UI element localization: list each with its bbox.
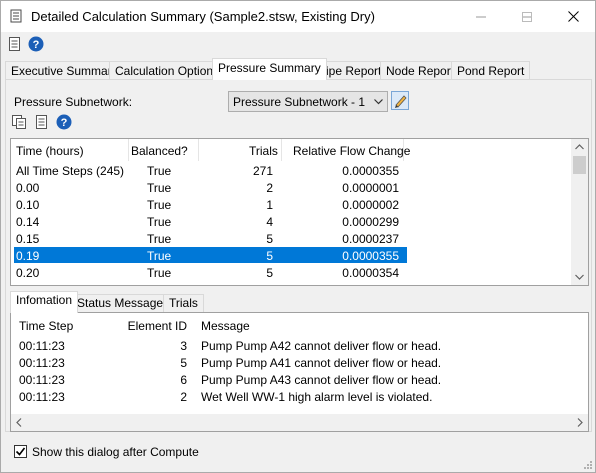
column-header-element-id[interactable]: Element ID [128, 319, 187, 333]
subnetwork-dropdown[interactable]: Pressure Subnetwork - 1 [228, 91, 388, 112]
subnetwork-label: Pressure Subnetwork: [14, 95, 133, 109]
subnetwork-value: Pressure Subnetwork - 1 [233, 95, 366, 109]
scrollbar-thumb[interactable] [573, 156, 586, 174]
tab-label: Trials [169, 296, 198, 310]
results-grid[interactable]: Time (hours) Balanced? Trials Relative F… [10, 138, 589, 286]
chevron-left-icon[interactable] [16, 418, 22, 427]
cell-element-id: 6 [180, 373, 187, 387]
cell-trials: 5 [266, 266, 273, 280]
tab-executive-summary[interactable]: Executive Summary [5, 61, 124, 80]
cell-message: Pump Pump A41 cannot deliver flow or hea… [201, 356, 442, 370]
cell-time: 0.14 [16, 215, 40, 229]
cell-element-id: 3 [180, 339, 187, 353]
column-header-time[interactable]: Time (hours) [16, 144, 84, 158]
tab-label: Node Report [386, 64, 455, 78]
tab-label: Pond Report [457, 64, 525, 78]
tab-node-report[interactable]: Node Report [380, 61, 461, 80]
svg-text:?: ? [33, 39, 40, 51]
cell-element-id: 2 [180, 390, 187, 404]
minimize-button-alt[interactable] [458, 1, 504, 32]
chevron-down-icon [374, 99, 383, 105]
cell-trials: 1 [266, 198, 273, 212]
cell-flow-change: 0.0000002 [342, 198, 399, 212]
maximize-icon [522, 11, 532, 22]
show-dialog-label[interactable]: Show this dialog after Compute [32, 445, 199, 459]
close-icon [567, 11, 579, 22]
close-button[interactable] [550, 1, 596, 32]
cell-time: All Time Steps (245) [16, 164, 125, 178]
copy-icon[interactable] [11, 114, 27, 130]
app-icon [10, 9, 22, 23]
cell-flow-change: 0.0000355 [342, 164, 399, 178]
cell-element-id: 5 [180, 356, 187, 370]
cell-flow-change: 0.0000001 [342, 181, 399, 195]
help-icon[interactable]: ? [56, 114, 72, 130]
tab-label: Infomation [16, 293, 73, 307]
cell-time: 0.20 [16, 266, 40, 280]
help-icon[interactable]: ? [28, 36, 44, 52]
cell-time-step: 00:11:23 [19, 390, 65, 404]
chevron-right-icon[interactable] [577, 418, 583, 427]
show-dialog-checkbox[interactable] [14, 445, 27, 458]
resize-grip-icon[interactable] [583, 460, 593, 470]
cell-balanced: True [147, 249, 172, 263]
cell-trials: 271 [252, 164, 273, 178]
cell-time-step: 00:11:23 [19, 339, 65, 353]
cell-balanced: True [147, 266, 172, 280]
cell-message: Pump Pump A43 cannot deliver flow or hea… [201, 373, 442, 387]
svg-text:?: ? [61, 117, 68, 129]
cell-flow-change: 0.0000299 [342, 215, 399, 229]
window-title: Detailed Calculation Summary (Sample2.st… [31, 9, 375, 24]
cell-balanced: True [147, 164, 172, 178]
cell-flow-change: 0.0000237 [342, 232, 399, 246]
checkmark-icon [15, 447, 26, 456]
messages-horizontal-scrollbar[interactable] [11, 414, 588, 431]
tab-pond-report[interactable]: Pond Report [451, 61, 531, 80]
column-header-trials[interactable]: Trials [249, 144, 278, 158]
cell-time: 0.19 [16, 249, 40, 263]
report-icon[interactable] [7, 36, 23, 52]
cell-time: 0.00 [16, 181, 40, 195]
column-header-time-step[interactable]: Time Step [19, 319, 73, 333]
cell-trials: 5 [266, 249, 273, 263]
cell-time-step: 00:11:23 [19, 373, 65, 387]
cell-time: 0.10 [16, 198, 40, 212]
column-header-message[interactable]: Message [201, 319, 250, 333]
tab-label: Calculation Options [115, 64, 220, 78]
column-header-balanced[interactable]: Balanced? [131, 144, 188, 158]
calculation-summary-window: Detailed Calculation Summary (Sample2.st… [0, 0, 596, 473]
grid-vertical-scrollbar[interactable] [571, 139, 588, 285]
cell-balanced: True [147, 215, 172, 229]
cell-trials: 2 [266, 181, 273, 195]
information-panel: Time Step Element ID Message 00:11:23 3 … [10, 312, 589, 432]
tab-trials[interactable]: Trials [163, 294, 204, 312]
report-icon[interactable] [34, 114, 50, 130]
tab-label: Pressure Summary [218, 61, 321, 75]
tab-status-messages[interactable]: Status Messages [71, 294, 176, 312]
cell-message: Wet Well WW-1 high alarm level is violat… [201, 390, 433, 404]
minimize-icon [476, 16, 486, 17]
cell-trials: 4 [266, 215, 273, 229]
cell-balanced: True [147, 232, 172, 246]
cell-balanced: True [147, 181, 172, 195]
column-header-relative-flow-change[interactable]: Relative Flow Change [293, 144, 410, 158]
cell-flow-change: 0.0000355 [342, 249, 399, 263]
tab-information[interactable]: Infomation [10, 291, 79, 313]
tab-label: Executive Summary [11, 64, 118, 78]
tab-calculation-options[interactable]: Calculation Options [109, 61, 226, 80]
cell-message: Pump Pump A42 cannot deliver flow or hea… [201, 339, 442, 353]
tab-pressure-summary[interactable]: Pressure Summary [212, 58, 327, 80]
pencil-icon [395, 95, 407, 108]
cell-time-step: 00:11:23 [19, 356, 65, 370]
cell-flow-change: 0.0000354 [342, 266, 399, 280]
tab-label: Pipe Report [318, 64, 382, 78]
maximize-button[interactable] [504, 1, 550, 32]
edit-subnetwork-button[interactable] [391, 91, 409, 110]
cell-time: 0.15 [16, 232, 40, 246]
tab-label: Status Messages [77, 296, 170, 310]
cell-balanced: True [147, 198, 172, 212]
chevron-down-icon[interactable] [575, 274, 584, 280]
chevron-up-icon[interactable] [575, 144, 584, 150]
cell-trials: 5 [266, 232, 273, 246]
